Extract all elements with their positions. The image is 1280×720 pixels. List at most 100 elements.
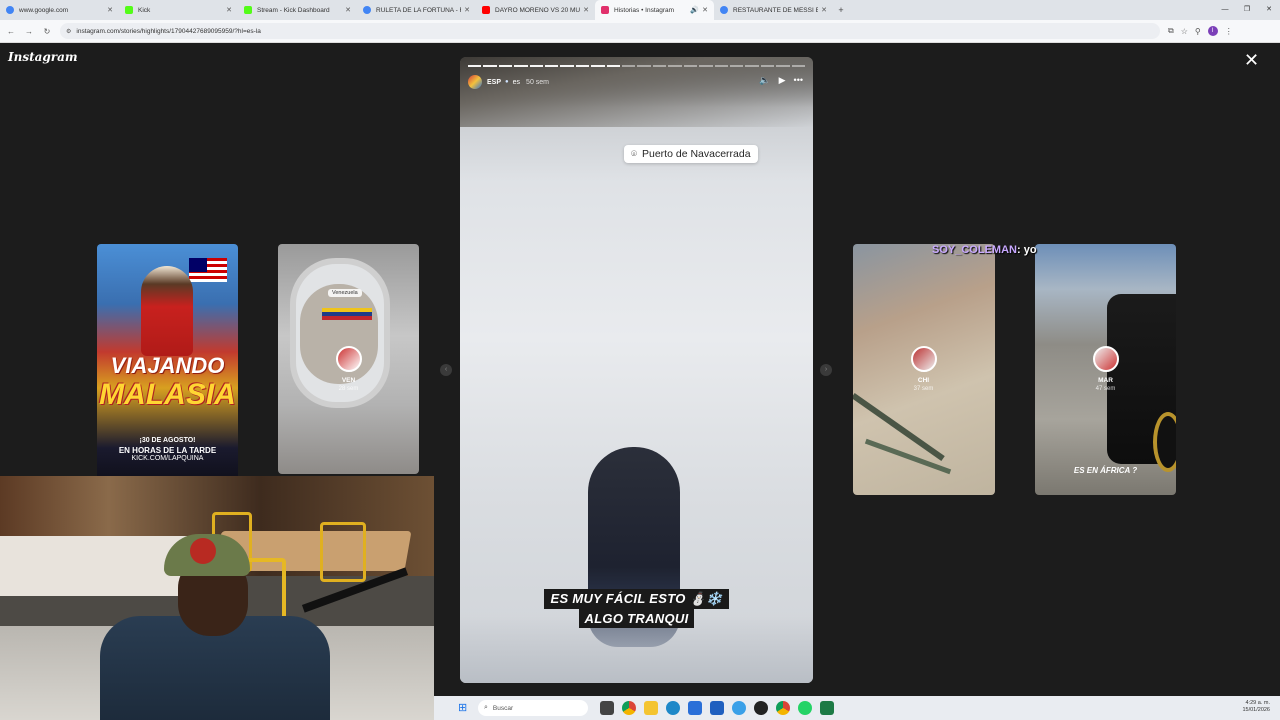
progress-segment — [575, 65, 590, 67]
speaker-icon[interactable]: 🔊 — [690, 6, 699, 14]
car-wheel — [1153, 412, 1176, 472]
url-input[interactable]: ⚙ instagram.com/stories/highlights/17904… — [60, 23, 1160, 39]
store-icon[interactable] — [688, 701, 702, 715]
cap-logo — [190, 538, 216, 564]
tab-close-icon[interactable]: ✕ — [107, 6, 113, 14]
task-view-icon[interactable] — [600, 701, 614, 715]
bookmark-star-icon[interactable]: ☆ — [1181, 27, 1188, 36]
maximize-icon[interactable]: ❐ — [1236, 0, 1258, 20]
google-favicon-icon — [720, 6, 728, 14]
webcam-overlay — [0, 476, 434, 720]
tab-close-icon[interactable]: ✕ — [821, 6, 827, 14]
profile-avatar[interactable]: I — [1207, 26, 1218, 36]
progress-segment — [699, 65, 713, 67]
reload-icon[interactable]: ↻ — [40, 24, 54, 38]
side-story-chi[interactable]: CHI 37 sem — [853, 244, 995, 495]
kick-favicon-icon — [125, 6, 133, 14]
location-sticker[interactable]: ⌾ Puerto de Navacerrada — [624, 145, 758, 163]
story-overlay: MAR 47 sem — [1035, 346, 1176, 392]
progress-segment — [514, 65, 528, 67]
install-icon[interactable]: ⧉ — [1168, 26, 1174, 36]
story-background-top — [460, 57, 813, 127]
instagram-logo[interactable]: Instagram — [8, 50, 78, 64]
extensions-icon[interactable]: ⚲ — [1195, 27, 1201, 36]
chrome-active-icon[interactable] — [776, 701, 790, 715]
story-progress-bar — [468, 65, 805, 67]
tab-youtube[interactable]: DAYRO MORENO VS 20 MUJE ✕ — [476, 0, 595, 20]
taskbar-clock[interactable]: 4:29 a. m. 15/01/2026 — [1242, 700, 1270, 714]
menu-icon[interactable]: ⋮ — [1225, 27, 1233, 36]
caption-line-2: ALGO TRANQUI — [578, 609, 695, 628]
story-username[interactable]: ESP — [487, 79, 501, 86]
browser-tab-bar: www.google.com ✕ Kick ✕ Stream - Kick Dash… — [0, 0, 1280, 20]
tab-title: RULETA DE LA FORTUNA - R — [376, 6, 462, 14]
windows-taskbar: ⊞ ⌕ Buscar 4:29 a. m. 15/01/2026 — [434, 696, 1280, 720]
side-story-malasia[interactable]: VIAJANDO MALASIA ¡30 DE AGOSTO! EN HORAS… — [97, 244, 238, 484]
mail-icon[interactable] — [710, 701, 724, 715]
side-story-mar[interactable]: MAR 47 sem ES EN ÁFRICA ? — [1035, 244, 1176, 495]
folder-icon[interactable] — [644, 701, 658, 715]
progress-segment — [468, 65, 482, 67]
story-username: VEN — [341, 377, 356, 384]
forward-icon[interactable]: → — [22, 24, 36, 38]
tab-title: DAYRO MORENO VS 20 MUJE — [495, 6, 581, 14]
progress-segment — [622, 65, 636, 67]
search-icon: ⌕ — [484, 704, 488, 711]
tab-close-icon[interactable]: ✕ — [583, 6, 589, 14]
story-time: 28 sem — [338, 386, 359, 392]
avatar[interactable] — [468, 75, 482, 89]
chrome-icon[interactable] — [622, 701, 636, 715]
story-username: MAR — [1098, 377, 1113, 384]
obs-icon[interactable] — [754, 701, 768, 715]
next-story-icon[interactable]: › — [820, 364, 832, 376]
side-story-venezuela[interactable]: Venezuela VEN 28 sem — [278, 244, 419, 474]
minimize-icon[interactable]: — — [1214, 0, 1236, 20]
new-tab-button[interactable]: + — [833, 0, 849, 20]
clock-time: 4:29 a. m. — [1245, 700, 1270, 706]
more-options-icon[interactable]: ••• — [794, 75, 803, 86]
taskbar-search-input[interactable]: ⌕ Buscar — [478, 700, 588, 716]
site-info-icon[interactable]: ⚙ — [66, 28, 71, 35]
instagram-favicon-icon — [601, 6, 609, 14]
close-window-icon[interactable]: ✕ — [1258, 0, 1280, 20]
tab-kick[interactable]: Kick ✕ — [119, 0, 238, 20]
progress-segment — [483, 65, 497, 67]
story-header: ESP ● es 50 sem — [468, 75, 549, 89]
app-icon[interactable] — [732, 701, 746, 715]
play-icon[interactable]: ▶ — [779, 75, 786, 86]
edge-icon[interactable] — [666, 701, 680, 715]
tab-ruleta[interactable]: RULETA DE LA FORTUNA - R ✕ — [357, 0, 476, 20]
main-story[interactable]: ESP ● es 50 sem 🔈 ▶ ••• ⌾ Puerto de Nava… — [460, 57, 813, 683]
progress-segment — [637, 65, 651, 67]
close-icon[interactable]: ✕ — [1244, 51, 1259, 69]
location-chip: Venezuela — [328, 289, 362, 297]
story-text: ES EN ÁFRICA ? — [1073, 466, 1138, 475]
story-kick-link: KICK.COM/LAPQUINA — [131, 455, 204, 462]
tab-close-icon[interactable]: ✕ — [702, 6, 708, 14]
back-icon[interactable]: ← — [4, 24, 18, 38]
tab-restaurante[interactable]: RESTAURANTE DE MESSI EN A✕ — [714, 0, 833, 20]
tab-google[interactable]: www.google.com ✕ — [0, 0, 119, 20]
progress-segment — [760, 65, 775, 67]
venezuela-flags — [322, 308, 372, 320]
story-controls: 🔈 ▶ ••• — [759, 75, 803, 86]
tab-kick-dashboard[interactable]: Stream - Kick Dashboard ✕ — [238, 0, 357, 20]
taskbar-apps — [600, 701, 834, 715]
chat-separator: : — [1016, 244, 1024, 256]
tab-close-icon[interactable]: ✕ — [345, 6, 351, 14]
tab-close-icon[interactable]: ✕ — [464, 6, 470, 14]
progress-segment — [606, 65, 621, 67]
progress-segment — [591, 65, 605, 67]
chat-message: yo — [1023, 244, 1037, 256]
story-time: 47 sem — [1095, 386, 1116, 392]
mute-icon[interactable]: 🔈 — [759, 75, 770, 86]
tab-title: www.google.com — [19, 6, 69, 14]
windows-start-icon[interactable]: ⊞ — [458, 702, 470, 714]
kick-favicon-icon — [244, 6, 252, 14]
previous-story-icon[interactable]: ‹ — [440, 364, 452, 376]
story-title-1: VIAJANDO — [110, 353, 225, 378]
excel-icon[interactable] — [820, 701, 834, 715]
tab-instagram[interactable]: Historias • Instagram 🔊 ✕ — [595, 0, 714, 20]
tab-close-icon[interactable]: ✕ — [226, 6, 232, 14]
whatsapp-icon[interactable] — [798, 701, 812, 715]
